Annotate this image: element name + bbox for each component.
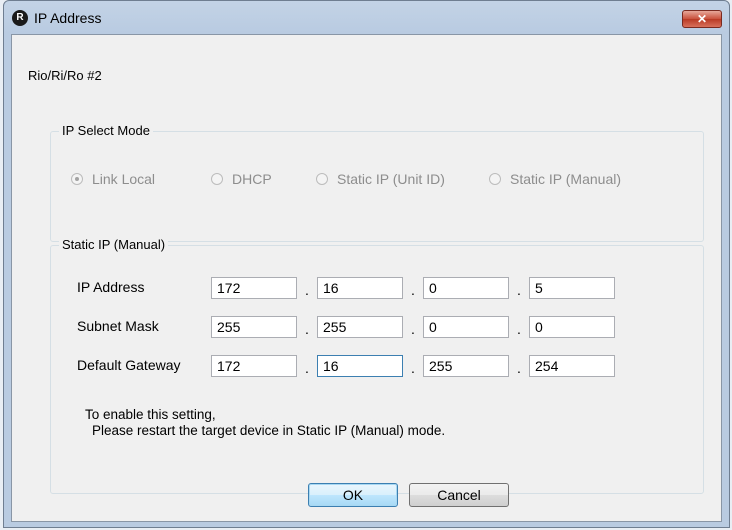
dot-separator: .: [305, 360, 309, 376]
dot-separator: .: [411, 282, 415, 298]
radio-dot-icon: [71, 173, 83, 185]
radio-dot-icon: [211, 173, 223, 185]
default-gateway-octet-1[interactable]: [211, 355, 297, 377]
title-bar[interactable]: R IP Address ✕: [4, 1, 729, 35]
radio-static-unit-id[interactable]: Static IP (Unit ID): [316, 171, 445, 187]
radio-static-manual[interactable]: Static IP (Manual): [489, 171, 621, 187]
dot-separator: .: [411, 321, 415, 337]
dot-separator: .: [517, 321, 521, 337]
ip-address-octet-3[interactable]: [423, 277, 509, 299]
radio-dhcp[interactable]: DHCP: [211, 171, 272, 187]
ip-address-label: IP Address: [77, 279, 145, 295]
ip-address-octet-4[interactable]: [529, 277, 615, 299]
restart-note-line-1: To enable this setting,: [85, 407, 216, 422]
restart-note-line-2: Please restart the target device in Stat…: [92, 423, 446, 438]
radio-label: Static IP (Unit ID): [337, 171, 445, 187]
device-label: Rio/Ri/Ro #2: [28, 68, 102, 83]
dot-separator: .: [305, 282, 309, 298]
default-gateway-octet-3[interactable]: [423, 355, 509, 377]
subnet-mask-octet-4[interactable]: [529, 316, 615, 338]
default-gateway-label: Default Gateway: [77, 357, 181, 373]
dialog-body: Rio/Ri/Ro #2 IP Select Mode Link Local D…: [11, 34, 722, 522]
default-gateway-octet-2[interactable]: [317, 355, 403, 377]
radio-label: Static IP (Manual): [510, 171, 622, 187]
dot-separator: .: [411, 360, 415, 376]
ip-select-mode-title: IP Select Mode: [59, 123, 153, 138]
static-ip-manual-title: Static IP (Manual): [59, 237, 169, 252]
cancel-button[interactable]: Cancel: [409, 483, 509, 507]
dot-separator: .: [517, 282, 521, 298]
app-icon: R: [12, 10, 28, 26]
ip-address-octet-1[interactable]: [211, 277, 297, 299]
ok-button[interactable]: OK: [308, 483, 398, 507]
radio-dot-icon: [489, 173, 501, 185]
window-title: IP Address: [34, 10, 102, 26]
radio-label: DHCP: [232, 171, 272, 187]
subnet-mask-octet-3[interactable]: [423, 316, 509, 338]
close-button[interactable]: ✕: [682, 10, 722, 28]
close-icon: ✕: [696, 12, 708, 26]
default-gateway-octet-4[interactable]: [529, 355, 615, 377]
radio-label: Link Local: [92, 171, 156, 187]
subnet-mask-octet-1[interactable]: [211, 316, 297, 338]
radio-link-local[interactable]: Link Local: [71, 171, 155, 187]
ip-address-dialog: R IP Address ✕ Rio/Ri/Ro #2 IP Select Mo…: [3, 0, 730, 528]
subnet-mask-octet-2[interactable]: [317, 316, 403, 338]
subnet-mask-label: Subnet Mask: [77, 318, 159, 334]
ip-address-octet-2[interactable]: [317, 277, 403, 299]
dot-separator: .: [517, 360, 521, 376]
dot-separator: .: [305, 321, 309, 337]
radio-dot-icon: [316, 173, 328, 185]
